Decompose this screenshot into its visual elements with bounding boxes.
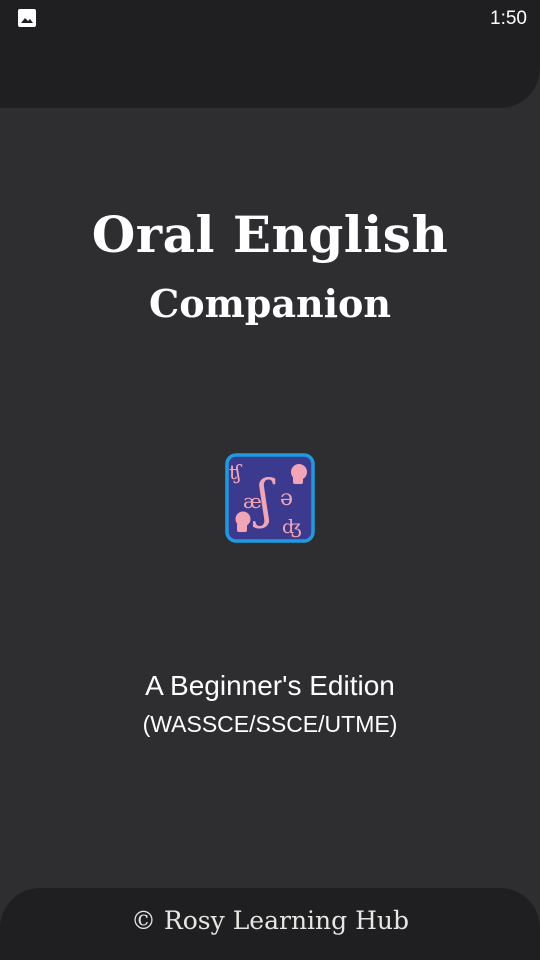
logo-symbol-dzh: ʤ xyxy=(282,516,302,538)
app-title-subline: Companion xyxy=(148,281,392,326)
status-time: 1:50 xyxy=(490,8,527,29)
status-bar: 1:50 xyxy=(0,0,540,38)
splash-screen: 1:50 Oral English Companion ʧ æ ʃ ə ʤ A … xyxy=(0,0,540,960)
logo-symbol-tsh: ʧ xyxy=(229,460,243,484)
image-icon xyxy=(18,9,36,27)
bottom-bar: © Rosy Learning Hub xyxy=(0,888,540,960)
app-title: Oral English xyxy=(91,205,449,264)
exam-list: (WASSCE/SSCE/UTME) xyxy=(142,711,398,737)
edition-subtitle: A Beginner's Edition xyxy=(145,670,395,701)
phonetics-logo-icon: ʧ æ ʃ ə ʤ xyxy=(225,453,315,543)
credit-text: © Rosy Learning Hub xyxy=(130,906,410,935)
logo-symbol-schwa: ə xyxy=(280,486,293,511)
